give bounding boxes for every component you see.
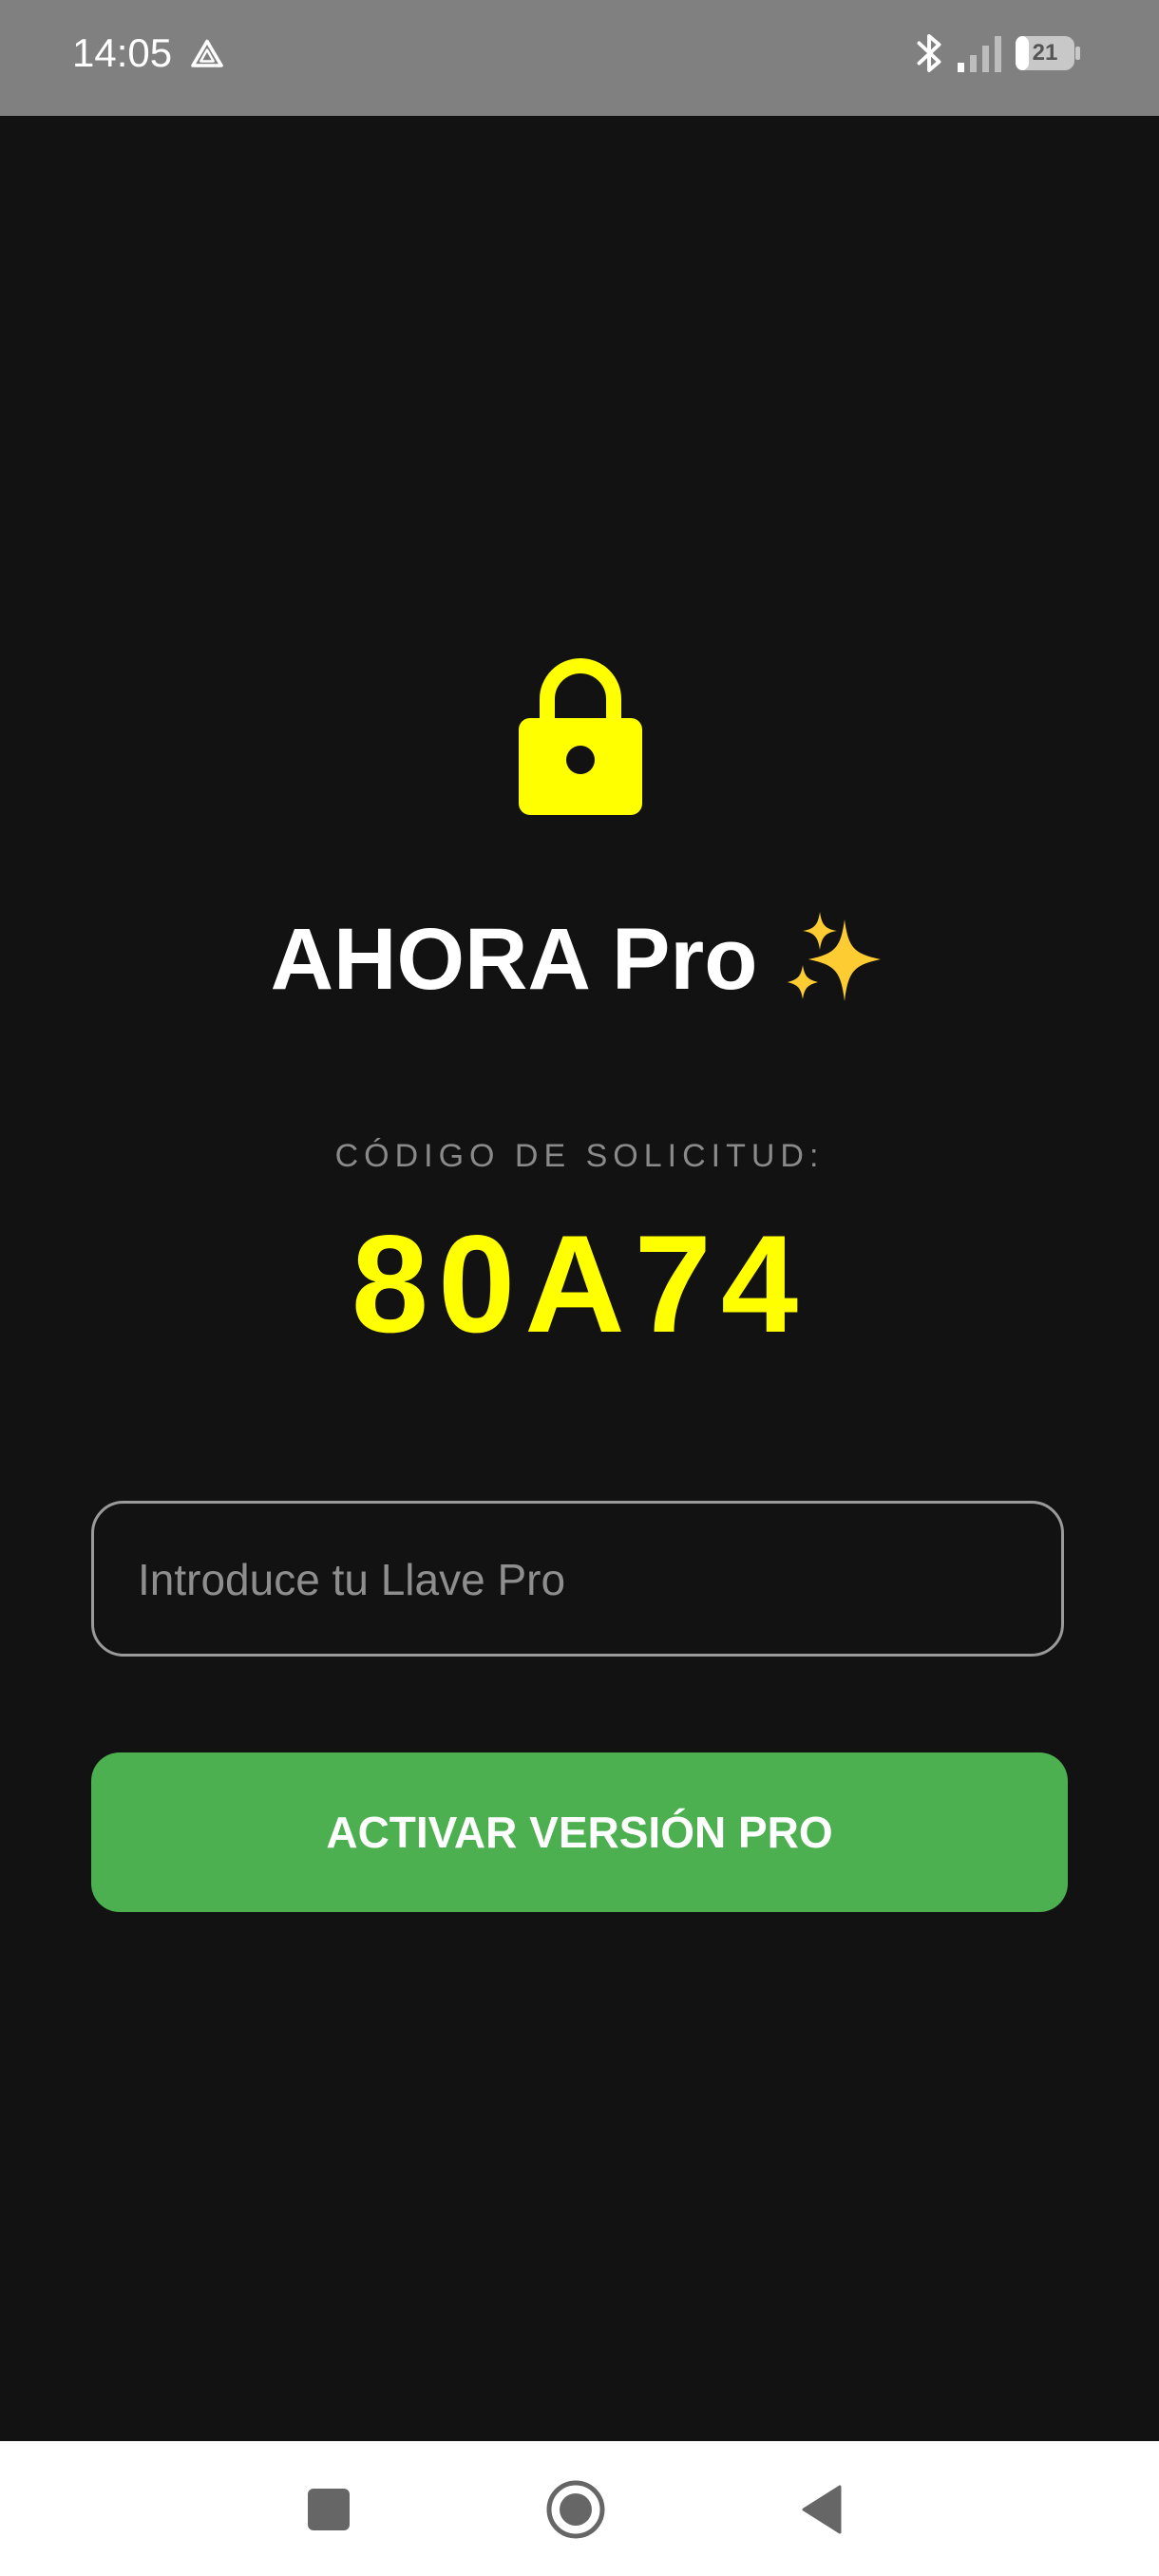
recents-icon[interactable] [308,2489,350,2530]
title-row: AHORA Pro [0,902,1159,1016]
back-icon[interactable] [800,2485,844,2534]
request-code-value: 80A74 [351,1206,808,1361]
app-title: AHORA Pro [270,910,758,1008]
status-bar: 14:05 21 [0,0,1159,116]
drive-icon [191,39,223,67]
bluetooth-icon [917,34,941,72]
pro-activation-screen: 14:05 21 AHORA Pro CÓDIGO DE SOLICITUD: … [0,0,1159,2576]
sparkles-icon [788,912,882,1001]
activate-pro-button[interactable]: ACTIVAR VERSIÓN PRO [91,1752,1068,1912]
pro-key-field [91,1501,1064,1657]
request-code-label: CÓDIGO DE SOLICITUD: [334,1138,825,1174]
status-time: 14:05 [72,30,173,75]
home-icon[interactable] [545,2479,606,2540]
signal-icon [958,36,1001,72]
navigation-bar [0,2441,1159,2576]
battery-level: 21 [1032,40,1058,66]
lock-icon [519,658,642,815]
pro-key-input[interactable] [136,1504,1033,1656]
